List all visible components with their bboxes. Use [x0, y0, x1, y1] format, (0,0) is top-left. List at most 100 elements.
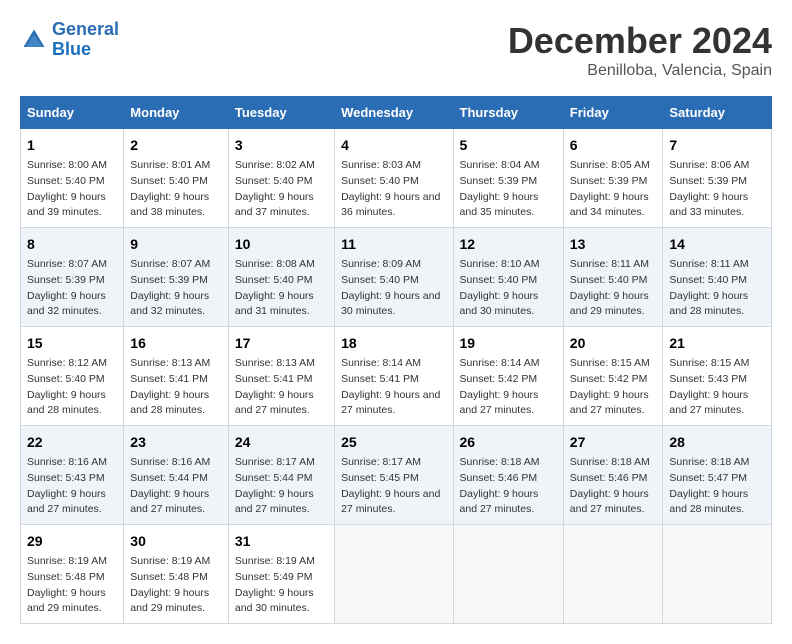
day-number: 13 [570, 234, 657, 255]
sunrise-text: Sunrise: 8:14 AM [460, 356, 557, 372]
day-number: 27 [570, 432, 657, 453]
sunrise-text: Sunrise: 8:10 AM [460, 257, 557, 273]
sunset-text: Sunset: 5:41 PM [235, 372, 328, 388]
header-cell-sunday: Sunday [21, 97, 124, 129]
calendar-cell: 7 Sunrise: 8:06 AM Sunset: 5:39 PM Dayli… [663, 129, 772, 228]
daylight-text: Daylight: 9 hours and 27 minutes. [341, 487, 446, 519]
day-number: 30 [130, 531, 222, 552]
sunrise-text: Sunrise: 8:12 AM [27, 356, 117, 372]
title-section: December 2024 Benilloba, Valencia, Spain [508, 20, 772, 80]
sunrise-text: Sunrise: 8:15 AM [669, 356, 765, 372]
calendar-cell: 5 Sunrise: 8:04 AM Sunset: 5:39 PM Dayli… [453, 129, 563, 228]
sunset-text: Sunset: 5:39 PM [27, 273, 117, 289]
day-number: 10 [235, 234, 328, 255]
daylight-text: Daylight: 9 hours and 27 minutes. [460, 487, 557, 519]
calendar-cell: 27 Sunrise: 8:18 AM Sunset: 5:46 PM Dayl… [563, 426, 663, 525]
sunrise-text: Sunrise: 8:19 AM [27, 554, 117, 570]
sunset-text: Sunset: 5:47 PM [669, 471, 765, 487]
sunset-text: Sunset: 5:40 PM [27, 372, 117, 388]
daylight-text: Daylight: 9 hours and 35 minutes. [460, 190, 557, 222]
day-number: 26 [460, 432, 557, 453]
day-number: 1 [27, 135, 117, 156]
daylight-text: Daylight: 9 hours and 27 minutes. [341, 388, 446, 420]
calendar-table: SundayMondayTuesdayWednesdayThursdayFrid… [20, 96, 772, 624]
sunrise-text: Sunrise: 8:18 AM [669, 455, 765, 471]
calendar-cell [335, 525, 453, 624]
calendar-cell: 13 Sunrise: 8:11 AM Sunset: 5:40 PM Dayl… [563, 228, 663, 327]
day-number: 15 [27, 333, 117, 354]
calendar-header: SundayMondayTuesdayWednesdayThursdayFrid… [21, 97, 772, 129]
calendar-cell: 30 Sunrise: 8:19 AM Sunset: 5:48 PM Dayl… [124, 525, 229, 624]
logo-text: General Blue [52, 20, 119, 60]
sunset-text: Sunset: 5:40 PM [341, 174, 446, 190]
sunrise-text: Sunrise: 8:18 AM [570, 455, 657, 471]
day-number: 4 [341, 135, 446, 156]
sunrise-text: Sunrise: 8:19 AM [235, 554, 328, 570]
sunrise-text: Sunrise: 8:17 AM [235, 455, 328, 471]
sunset-text: Sunset: 5:42 PM [460, 372, 557, 388]
calendar-cell: 24 Sunrise: 8:17 AM Sunset: 5:44 PM Dayl… [228, 426, 334, 525]
calendar-cell: 6 Sunrise: 8:05 AM Sunset: 5:39 PM Dayli… [563, 129, 663, 228]
daylight-text: Daylight: 9 hours and 30 minutes. [235, 586, 328, 618]
day-number: 25 [341, 432, 446, 453]
sunrise-text: Sunrise: 8:15 AM [570, 356, 657, 372]
day-number: 23 [130, 432, 222, 453]
sunset-text: Sunset: 5:40 PM [669, 273, 765, 289]
sunset-text: Sunset: 5:41 PM [341, 372, 446, 388]
day-number: 19 [460, 333, 557, 354]
calendar-cell: 18 Sunrise: 8:14 AM Sunset: 5:41 PM Dayl… [335, 327, 453, 426]
calendar-cell: 1 Sunrise: 8:00 AM Sunset: 5:40 PM Dayli… [21, 129, 124, 228]
calendar-cell: 28 Sunrise: 8:18 AM Sunset: 5:47 PM Dayl… [663, 426, 772, 525]
sunset-text: Sunset: 5:46 PM [570, 471, 657, 487]
sunset-text: Sunset: 5:40 PM [460, 273, 557, 289]
header-cell-tuesday: Tuesday [228, 97, 334, 129]
day-number: 18 [341, 333, 446, 354]
sunrise-text: Sunrise: 8:16 AM [130, 455, 222, 471]
sunset-text: Sunset: 5:44 PM [235, 471, 328, 487]
calendar-cell: 19 Sunrise: 8:14 AM Sunset: 5:42 PM Dayl… [453, 327, 563, 426]
daylight-text: Daylight: 9 hours and 27 minutes. [27, 487, 117, 519]
day-number: 6 [570, 135, 657, 156]
day-number: 11 [341, 234, 446, 255]
sunrise-text: Sunrise: 8:00 AM [27, 158, 117, 174]
calendar-cell [563, 525, 663, 624]
day-number: 16 [130, 333, 222, 354]
header-cell-monday: Monday [124, 97, 229, 129]
page-header: General Blue December 2024 Benilloba, Va… [20, 20, 772, 80]
daylight-text: Daylight: 9 hours and 39 minutes. [27, 190, 117, 222]
day-number: 12 [460, 234, 557, 255]
calendar-cell: 14 Sunrise: 8:11 AM Sunset: 5:40 PM Dayl… [663, 228, 772, 327]
daylight-text: Daylight: 9 hours and 27 minutes. [570, 487, 657, 519]
sunset-text: Sunset: 5:40 PM [570, 273, 657, 289]
calendar-cell: 4 Sunrise: 8:03 AM Sunset: 5:40 PM Dayli… [335, 129, 453, 228]
day-number: 2 [130, 135, 222, 156]
day-number: 9 [130, 234, 222, 255]
sunrise-text: Sunrise: 8:04 AM [460, 158, 557, 174]
header-row: SundayMondayTuesdayWednesdayThursdayFrid… [21, 97, 772, 129]
logo-icon [20, 26, 48, 54]
calendar-cell: 17 Sunrise: 8:13 AM Sunset: 5:41 PM Dayl… [228, 327, 334, 426]
calendar-cell: 25 Sunrise: 8:17 AM Sunset: 5:45 PM Dayl… [335, 426, 453, 525]
sunrise-text: Sunrise: 8:19 AM [130, 554, 222, 570]
calendar-cell: 2 Sunrise: 8:01 AM Sunset: 5:40 PM Dayli… [124, 129, 229, 228]
sunrise-text: Sunrise: 8:08 AM [235, 257, 328, 273]
header-cell-thursday: Thursday [453, 97, 563, 129]
calendar-cell [663, 525, 772, 624]
sunset-text: Sunset: 5:48 PM [27, 570, 117, 586]
daylight-text: Daylight: 9 hours and 38 minutes. [130, 190, 222, 222]
sunrise-text: Sunrise: 8:09 AM [341, 257, 446, 273]
calendar-title: December 2024 [508, 20, 772, 62]
calendar-cell: 12 Sunrise: 8:10 AM Sunset: 5:40 PM Dayl… [453, 228, 563, 327]
sunset-text: Sunset: 5:46 PM [460, 471, 557, 487]
daylight-text: Daylight: 9 hours and 32 minutes. [130, 289, 222, 321]
daylight-text: Daylight: 9 hours and 27 minutes. [235, 388, 328, 420]
sunrise-text: Sunrise: 8:18 AM [460, 455, 557, 471]
day-number: 29 [27, 531, 117, 552]
calendar-cell: 3 Sunrise: 8:02 AM Sunset: 5:40 PM Dayli… [228, 129, 334, 228]
day-number: 21 [669, 333, 765, 354]
day-number: 5 [460, 135, 557, 156]
sunrise-text: Sunrise: 8:03 AM [341, 158, 446, 174]
sunset-text: Sunset: 5:42 PM [570, 372, 657, 388]
calendar-cell: 8 Sunrise: 8:07 AM Sunset: 5:39 PM Dayli… [21, 228, 124, 327]
calendar-cell: 20 Sunrise: 8:15 AM Sunset: 5:42 PM Dayl… [563, 327, 663, 426]
